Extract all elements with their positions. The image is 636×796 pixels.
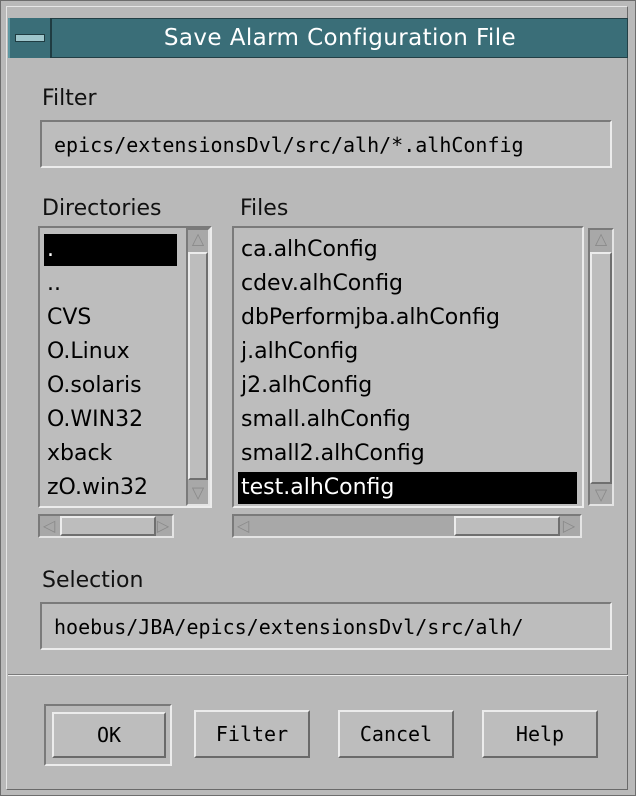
scroll-right-arrow-icon[interactable]: ▷: [560, 517, 578, 535]
window-menu-icon: [15, 34, 45, 42]
selection-input[interactable]: hoebus/JBA/epics/extensionsDvl/src/alh/: [40, 602, 612, 650]
button-separator: [8, 674, 628, 676]
file-list-item[interactable]: dbPerformjba.alhConfig: [238, 302, 577, 334]
directory-list-item[interactable]: xback: [44, 438, 177, 470]
scroll-left-arrow-icon[interactable]: ◁: [234, 517, 252, 535]
directories-hscrollbar[interactable]: ◁ ▷: [38, 514, 174, 538]
file-list-item[interactable]: ca.alhConfig: [238, 234, 577, 266]
file-list-item[interactable]: j.alhConfig: [238, 336, 577, 368]
cancel-button[interactable]: Cancel: [338, 710, 454, 758]
ok-button[interactable]: OK: [52, 712, 166, 758]
directory-list-item[interactable]: O.Linux: [44, 336, 177, 368]
file-list-item[interactable]: small.alhConfig: [238, 404, 577, 436]
scroll-right-arrow-icon[interactable]: ▷: [154, 517, 172, 535]
file-list-item[interactable]: small2.alhConfig: [238, 438, 577, 470]
scroll-up-arrow-icon[interactable]: △: [189, 230, 207, 248]
file-list-item[interactable]: cdev.alhConfig: [238, 268, 577, 300]
directories-label: Directories: [42, 196, 162, 221]
directory-list-item[interactable]: zO.win32: [44, 472, 177, 504]
directory-list-item[interactable]: ..: [44, 268, 177, 300]
filter-button[interactable]: Filter: [194, 710, 310, 758]
filter-input[interactable]: epics/extensionsDvl/src/alh/*.alhConfig: [40, 120, 612, 168]
files-list[interactable]: ca.alhConfig cdev.alhConfig dbPerformjba.a…: [232, 226, 584, 508]
files-vscrollbar[interactable]: △ ▽: [588, 228, 614, 506]
directories-vscroll-thumb[interactable]: [188, 252, 208, 480]
help-button[interactable]: Help: [482, 710, 598, 758]
files-hscrollbar[interactable]: ◁ ▷: [232, 514, 582, 538]
files-label: Files: [240, 196, 289, 221]
window-title: Save Alarm Configuration File: [163, 25, 517, 51]
directory-list-item[interactable]: CVS: [44, 302, 177, 334]
filter-label: Filter: [42, 86, 97, 111]
file-list-item[interactable]: test.alhConfig: [238, 472, 577, 504]
scroll-up-arrow-icon[interactable]: △: [592, 230, 610, 248]
files-hscroll-thumb[interactable]: [454, 516, 560, 536]
directory-list-item[interactable]: O.WIN32: [44, 404, 177, 436]
filter-input-value: epics/extensionsDvl/src/alh/*.alhConfig: [54, 133, 524, 157]
scroll-left-arrow-icon[interactable]: ◁: [40, 517, 58, 535]
scroll-down-arrow-icon[interactable]: ▽: [592, 486, 610, 504]
files-vscroll-thumb[interactable]: [590, 252, 612, 484]
scroll-down-arrow-icon[interactable]: ▽: [189, 484, 207, 502]
selection-input-value: hoebus/JBA/epics/extensionsDvl/src/alh/: [54, 615, 524, 639]
directory-list-item[interactable]: .: [44, 234, 177, 266]
directory-list-item[interactable]: O.solaris: [44, 370, 177, 402]
selection-label: Selection: [42, 568, 144, 593]
directories-vscrollbar[interactable]: △ ▽: [186, 228, 210, 506]
file-list-item[interactable]: j2.alhConfig: [238, 370, 577, 402]
directories-hscroll-thumb[interactable]: [60, 516, 156, 536]
